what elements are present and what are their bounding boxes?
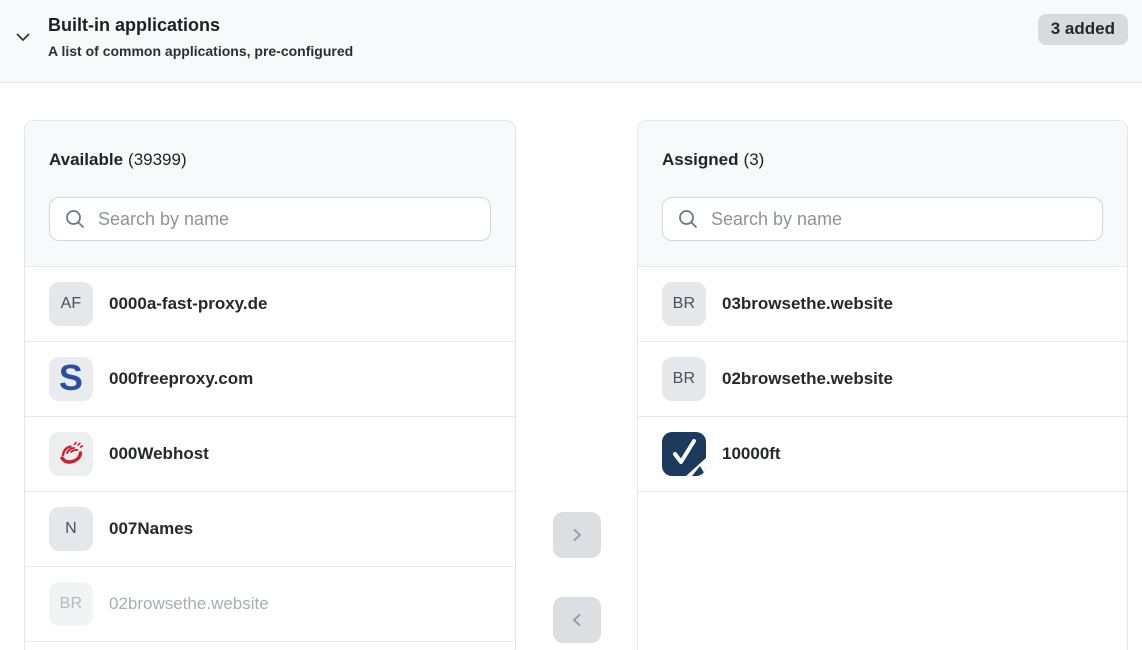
app-name: 02browsethe.website xyxy=(722,369,893,389)
page-title: Built-in applications xyxy=(48,13,353,37)
app-name: 007Names xyxy=(109,519,193,539)
assigned-search-input[interactable] xyxy=(711,209,1088,230)
section-header: Built-in applications A list of common a… xyxy=(0,0,1142,83)
chevron-down-icon[interactable] xyxy=(12,26,34,48)
list-item[interactable]: BR 03browsethe.website xyxy=(638,267,1127,342)
list-item[interactable]: BR 02browsethe.website xyxy=(638,342,1127,417)
app-name: 000freeproxy.com xyxy=(109,369,253,389)
available-label: Available xyxy=(49,150,123,169)
tenthousandft-logo-icon xyxy=(662,432,706,476)
page-subtitle: A list of common applications, pre-confi… xyxy=(48,42,353,60)
list-item: BR 02browsethe.website xyxy=(25,567,515,642)
available-panel: Available(39399) AF0000a-fast-proxy.deS0… xyxy=(24,120,516,650)
app-name: 10000ft xyxy=(722,444,781,464)
move-to-assigned-button[interactable] xyxy=(553,512,601,558)
app-avatar-initials: BR xyxy=(49,582,93,626)
freeproxy-logo-icon: S xyxy=(49,357,93,401)
app-avatar-initials: AF xyxy=(49,282,93,326)
app-avatar-initials: BR xyxy=(662,357,706,401)
webhost-logo-icon xyxy=(49,432,93,476)
assigned-title: Assigned (3) xyxy=(662,149,1103,171)
list-item[interactable]: 10000ft xyxy=(638,417,1127,492)
app-name: 02browsethe.website xyxy=(109,594,269,614)
assigned-panel: Assigned (3) BR 03browsethe.website BR 02bro… xyxy=(637,120,1128,650)
search-icon xyxy=(64,208,86,230)
app-name: 0000a-fast-proxy.de xyxy=(109,294,267,314)
assigned-label: Assigned xyxy=(662,150,739,169)
available-count: (39399) xyxy=(128,150,187,169)
assigned-list: BR 03browsethe.website BR 02browsethe.websi… xyxy=(638,267,1127,492)
available-search-input[interactable] xyxy=(98,209,476,230)
app-name: 03browsethe.website xyxy=(722,294,893,314)
assigned-panel-header: Assigned (3) xyxy=(638,121,1127,267)
assigned-search xyxy=(662,197,1103,241)
available-list: AF 0000a-fast-proxy.de S 000freeproxy.com 00… xyxy=(25,267,515,642)
app-name: 000Webhost xyxy=(109,444,209,464)
list-item[interactable]: AF 0000a-fast-proxy.de xyxy=(25,267,515,342)
list-item[interactable]: 000Webhost xyxy=(25,417,515,492)
transfer-buttons xyxy=(516,120,637,643)
available-title: Available (39399) xyxy=(49,149,491,171)
move-to-available-button[interactable] xyxy=(553,597,601,643)
transfer-widget: Available(39399) AF0000a-fast-proxy.deS0… xyxy=(0,83,1142,650)
list-item[interactable]: N 007Names xyxy=(25,492,515,567)
app-avatar-initials: N xyxy=(49,507,93,551)
app-avatar-initials: BR xyxy=(662,282,706,326)
assigned-count: (3) xyxy=(744,150,765,169)
added-count-badge: 3 added xyxy=(1038,14,1128,45)
list-item[interactable]: S 000freeproxy.com xyxy=(25,342,515,417)
section-title-block: Built-in applications A list of common a… xyxy=(48,13,353,60)
available-search xyxy=(49,197,491,241)
available-panel-header: Available (39399) xyxy=(25,121,515,267)
chevron-left-icon xyxy=(570,613,584,627)
chevron-right-icon xyxy=(570,528,584,542)
search-icon xyxy=(677,208,699,230)
